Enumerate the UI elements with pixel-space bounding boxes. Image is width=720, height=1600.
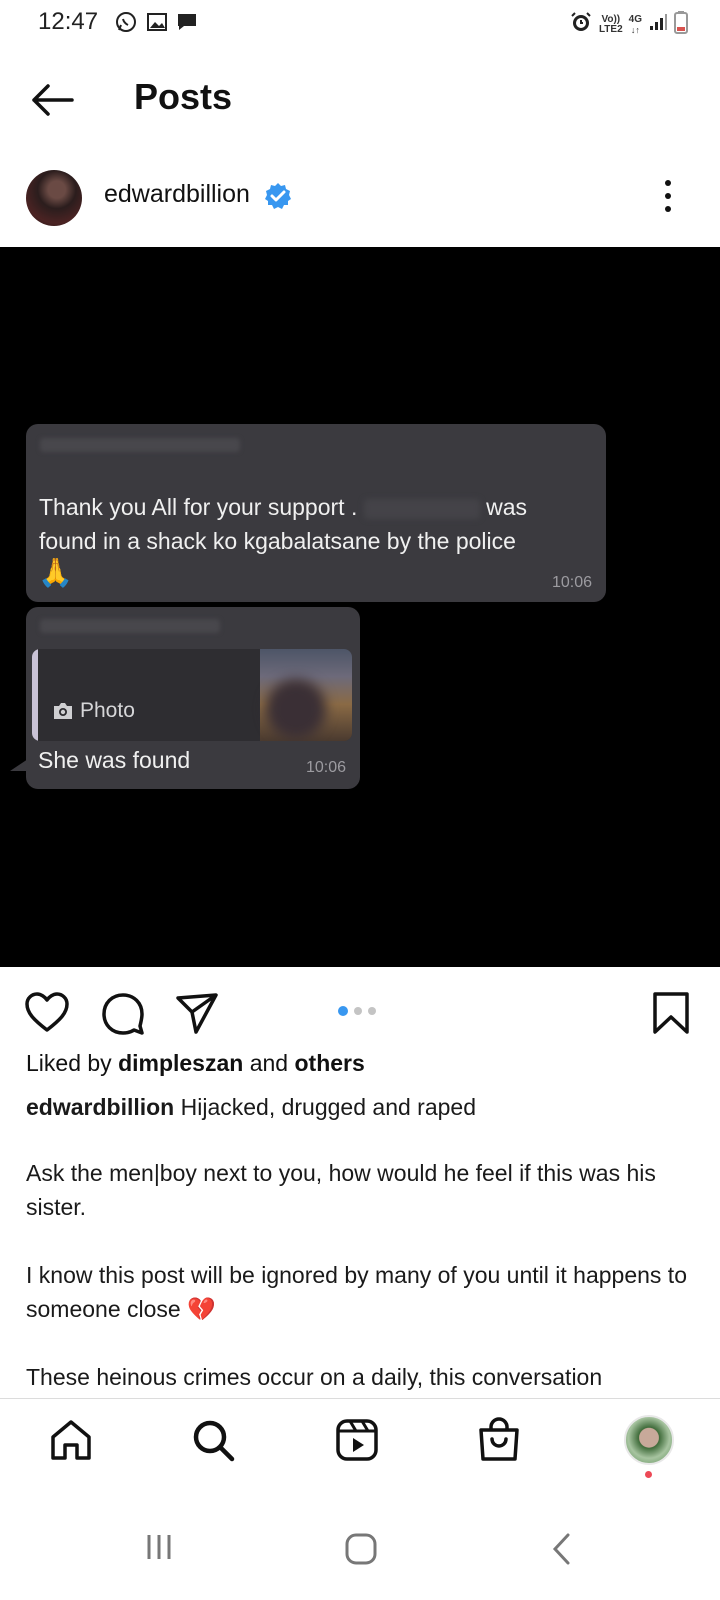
status-icons-right: Vo)) LTE2 4G ↓↑ bbox=[569, 10, 688, 39]
post-caption: edwardbillion Hijacked, drugged and rape… bbox=[26, 1090, 696, 1428]
nav-shop-button[interactable] bbox=[476, 1417, 526, 1467]
nav-profile-avatar[interactable] bbox=[624, 1415, 674, 1465]
home-square-icon bbox=[345, 1533, 377, 1565]
more-dot bbox=[665, 180, 671, 186]
nav-search-button[interactable] bbox=[190, 1417, 240, 1467]
verified-badge-icon bbox=[264, 182, 292, 210]
volte-icon: Vo)) LTE2 bbox=[598, 13, 623, 35]
chat-message-1-text: Thank you All for your support . was fou… bbox=[39, 494, 528, 554]
more-options-button[interactable] bbox=[656, 176, 680, 216]
battery-icon bbox=[674, 10, 688, 39]
quote-label: Photo bbox=[52, 699, 135, 723]
caption-paragraph-3: These heinous crimes occur on a daily, t… bbox=[26, 1364, 603, 1390]
more-dot bbox=[665, 206, 671, 212]
camera-icon bbox=[54, 703, 72, 719]
search-icon bbox=[193, 1420, 235, 1462]
4g-icon: 4G ↓↑ bbox=[628, 13, 642, 35]
pray-emoji: 🙏 bbox=[38, 557, 73, 588]
status-icons-left bbox=[114, 10, 198, 39]
nav-home-button[interactable] bbox=[48, 1417, 98, 1467]
shop-icon bbox=[479, 1417, 519, 1461]
caption-paragraph-2: I know this post will be ignored by many… bbox=[26, 1262, 687, 1322]
author-avatar[interactable] bbox=[26, 170, 82, 226]
reels-icon bbox=[336, 1419, 378, 1461]
quoted-photo-thumbnail bbox=[260, 649, 352, 741]
bottom-navigation bbox=[0, 1398, 720, 1498]
heart-icon bbox=[25, 992, 69, 1032]
notification-dot bbox=[645, 1471, 652, 1478]
comment-icon bbox=[102, 993, 144, 1035]
send-icon bbox=[176, 993, 218, 1034]
carousel-dot-active bbox=[338, 1006, 348, 1016]
status-time: 12:47 bbox=[38, 8, 99, 35]
message-icon bbox=[176, 11, 198, 38]
chat-bubble-2: Photo She was found 10:06 bbox=[10, 607, 360, 789]
signal-icon bbox=[648, 12, 668, 37]
bubble-tail bbox=[10, 759, 28, 771]
blurred-face bbox=[266, 679, 326, 739]
header: Posts bbox=[0, 62, 720, 134]
recent-apps-icon bbox=[147, 1535, 171, 1559]
quoted-photo: Photo bbox=[32, 649, 352, 741]
caption-username[interactable]: edwardbillion bbox=[26, 1094, 174, 1120]
home-system-button[interactable] bbox=[344, 1532, 378, 1571]
status-bar: 12:47 Vo)) LTE2 4G ↓↑ bbox=[0, 0, 720, 48]
comment-button[interactable] bbox=[100, 990, 146, 1036]
liked-by-others[interactable]: others bbox=[294, 1050, 364, 1076]
redacted-name bbox=[363, 498, 480, 519]
likes-summary[interactable]: Liked by dimpleszan and others bbox=[26, 1050, 365, 1077]
system-navigation bbox=[0, 1500, 720, 1600]
carousel-dot bbox=[354, 1007, 362, 1015]
post-image[interactable]: Thank you All for your support . was fou… bbox=[0, 247, 720, 967]
caption-lead: edwardbillion Hijacked, drugged and rape… bbox=[26, 1094, 476, 1120]
carousel-indicator bbox=[338, 1006, 376, 1016]
author-username[interactable]: edwardbillion bbox=[104, 180, 250, 209]
whatsapp-icon bbox=[114, 10, 138, 39]
arrow-left-icon bbox=[32, 84, 74, 116]
chat-message-2-time: 10:06 bbox=[305, 759, 346, 776]
gallery-icon bbox=[146, 11, 168, 38]
page-title: Posts bbox=[134, 76, 233, 117]
more-dot bbox=[665, 193, 671, 199]
back-button[interactable] bbox=[28, 80, 76, 120]
quote-bar bbox=[32, 649, 38, 741]
like-button[interactable] bbox=[24, 990, 70, 1036]
save-button[interactable] bbox=[648, 990, 694, 1036]
chat-message-1-time: 10:06 bbox=[551, 574, 592, 591]
redacted-sender bbox=[40, 619, 220, 633]
liked-by-user[interactable]: dimpleszan bbox=[118, 1050, 243, 1076]
recent-apps-button[interactable] bbox=[144, 1532, 174, 1567]
alarm-icon bbox=[569, 10, 593, 39]
carousel-dot bbox=[368, 1007, 376, 1015]
chat-message-2-text: She was found bbox=[38, 747, 191, 773]
chat-bubble-1: Thank you All for your support . was fou… bbox=[26, 424, 606, 602]
bookmark-icon bbox=[653, 992, 689, 1034]
home-icon bbox=[51, 1420, 91, 1460]
share-button[interactable] bbox=[174, 990, 220, 1036]
post-actions bbox=[0, 984, 720, 1040]
nav-reels-button[interactable] bbox=[334, 1417, 384, 1467]
chevron-left-icon bbox=[552, 1533, 570, 1565]
post-author-row: edwardbillion bbox=[0, 164, 720, 228]
redacted-sender bbox=[40, 438, 240, 452]
caption-paragraph-1: Ask the men|boy next to you, how would h… bbox=[26, 1160, 656, 1220]
back-system-button[interactable] bbox=[548, 1532, 576, 1571]
